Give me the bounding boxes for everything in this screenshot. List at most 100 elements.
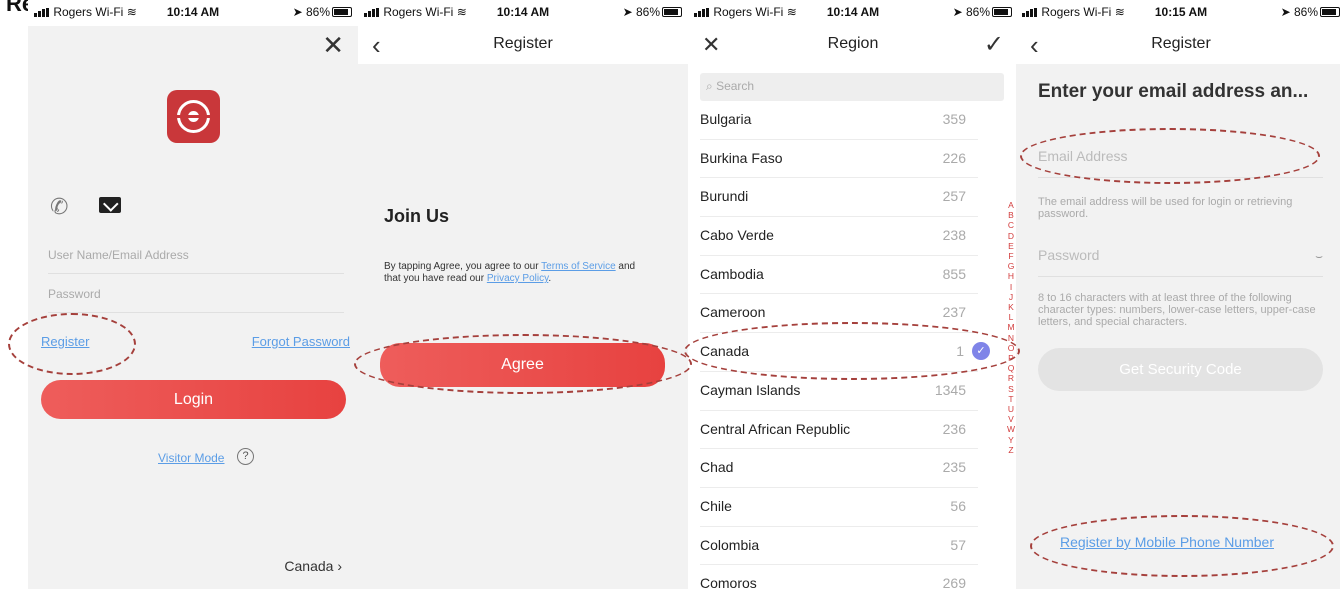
mail-icon[interactable]	[99, 197, 121, 213]
agree-button[interactable]: Agree	[380, 343, 665, 387]
country-name: Comoros	[700, 575, 757, 589]
page-title: Region	[827, 35, 879, 52]
alphabet-letter[interactable]: W	[1006, 424, 1016, 434]
password-hint: 8 to 16 characters with at least three o…	[1038, 292, 1316, 328]
country-name: Cambodia	[700, 265, 764, 282]
get-security-code-button[interactable]: Get Security Code	[1038, 348, 1323, 391]
status-bar: Rogers Wi-Fi ≋ 10:15 AM ➤ 86%	[1016, 0, 1340, 26]
country-name: Cayman Islands	[700, 381, 801, 398]
status-bar: Rogers Wi-Fi ≋ 10:14 AM ➤ 86%	[688, 0, 1018, 26]
country-row[interactable]: Cayman Islands 1345	[700, 372, 978, 411]
alphabet-letter[interactable]: K	[1006, 302, 1016, 312]
phone-icon[interactable]: ✆	[50, 194, 68, 220]
visitor-mode-link[interactable]: Visitor Mode	[158, 451, 224, 465]
alphabet-letter[interactable]: M	[1006, 322, 1016, 332]
register-link[interactable]: Register	[41, 334, 89, 349]
country-code: 359	[942, 111, 966, 127]
country-code: 257	[942, 188, 966, 205]
country-name: Chad	[700, 459, 734, 476]
alphabet-letter[interactable]: T	[1006, 394, 1016, 404]
checkmark-icon[interactable]: ✓	[984, 30, 1004, 59]
country-code: 1	[956, 343, 964, 360]
terms-text: By tapping Agree, you agree to our Terms…	[384, 261, 636, 284]
email-hint: The email address will be used for login…	[1038, 196, 1293, 220]
search-icon: ⌕	[706, 79, 713, 93]
country-row[interactable]: Comoros 269	[700, 565, 978, 589]
username-field[interactable]: User Name/Email Address	[48, 244, 344, 274]
alphabet-letter[interactable]: C	[1006, 220, 1016, 230]
status-bar: Rogers Wi-Fi ≋ 10:14 AM ➤ 86%	[358, 0, 688, 26]
alphabet-letter[interactable]: P	[1006, 353, 1016, 363]
alphabet-index[interactable]: ABCDEFGHIJKLMNOPQRSTUVWYZ	[1006, 200, 1016, 455]
country-name: Cameroon	[700, 304, 766, 321]
alphabet-letter[interactable]: H	[1006, 271, 1016, 281]
search-input[interactable]: ⌕ Search	[700, 73, 1004, 101]
alphabet-letter[interactable]: Z	[1006, 445, 1016, 455]
region-selector[interactable]: Canada ›	[284, 558, 342, 574]
country-code: 56	[950, 497, 966, 514]
country-row[interactable]: Cameroon 237	[700, 294, 978, 334]
email-field[interactable]: Email Address	[1038, 148, 1323, 178]
alphabet-letter[interactable]: U	[1006, 404, 1016, 414]
nav-bar: ‹ Register	[358, 26, 688, 64]
alphabet-letter[interactable]: B	[1006, 210, 1016, 220]
help-icon[interactable]: ?	[237, 448, 254, 465]
country-name: Central African Republic	[700, 420, 851, 437]
status-bar: Rogers Wi-Fi ≋ 10:14 AM ➤ 86%	[28, 0, 358, 26]
country-code: 235	[942, 459, 966, 476]
alphabet-letter[interactable]: L	[1006, 312, 1016, 322]
alphabet-letter[interactable]: I	[1006, 282, 1016, 292]
alphabet-letter[interactable]: G	[1006, 261, 1016, 271]
country-code: 237	[942, 304, 966, 321]
email-heading: Enter your email address an...	[1038, 81, 1309, 102]
terms-of-service-link[interactable]: Terms of Service	[541, 261, 615, 272]
country-row[interactable]: Bulgaria 359	[700, 101, 978, 140]
close-icon[interactable]: ✕	[322, 30, 344, 61]
country-row[interactable]: Central African Republic 236	[700, 411, 978, 450]
privacy-policy-link[interactable]: Privacy Policy	[487, 273, 549, 284]
location-icon: ➤	[952, 5, 963, 19]
country-row[interactable]: Burundi 257	[700, 178, 978, 218]
location-icon: ➤	[1280, 5, 1291, 19]
country-row[interactable]: Colombia 57	[700, 527, 978, 566]
alphabet-letter[interactable]: N	[1006, 333, 1016, 343]
battery-icon	[332, 7, 352, 17]
alphabet-letter[interactable]: R	[1006, 373, 1016, 383]
country-row[interactable]: Cambodia 855	[700, 256, 978, 295]
alphabet-letter[interactable]: O	[1006, 343, 1016, 353]
alphabet-letter[interactable]: F	[1006, 251, 1016, 261]
chevron-right-icon: ›	[337, 558, 342, 574]
alphabet-letter[interactable]: Y	[1006, 435, 1016, 445]
login-screen: Rogers Wi-Fi ≋ 10:14 AM ➤ 86% ✕ ✆ User N…	[28, 0, 358, 589]
login-button[interactable]: Login	[41, 380, 346, 419]
country-name: Burkina Faso	[700, 149, 783, 166]
battery-icon	[662, 7, 682, 17]
eye-closed-icon[interactable]: ⌣	[1315, 249, 1323, 264]
password-field[interactable]: Password	[48, 283, 344, 313]
alphabet-letter[interactable]: V	[1006, 414, 1016, 424]
alphabet-letter[interactable]: E	[1006, 241, 1016, 251]
country-name: Cabo Verde	[700, 227, 774, 244]
alphabet-letter[interactable]: Q	[1006, 363, 1016, 373]
country-name: Colombia	[700, 536, 760, 553]
alphabet-letter[interactable]: J	[1006, 292, 1016, 302]
country-name: Burundi	[700, 188, 749, 205]
battery-icon	[992, 7, 1012, 17]
country-name: Bulgaria	[700, 111, 752, 127]
alphabet-letter[interactable]: D	[1006, 231, 1016, 241]
forgot-password-link[interactable]: Forgot Password	[252, 334, 350, 349]
country-name: Canada	[700, 343, 750, 360]
country-row[interactable]: Burkina Faso 226	[700, 140, 978, 179]
join-heading: Join Us	[384, 206, 450, 226]
alphabet-letter[interactable]: S	[1006, 384, 1016, 394]
country-row[interactable]: Chile 56	[700, 488, 978, 527]
register-by-phone-link[interactable]: Register by Mobile Phone Number	[1060, 534, 1274, 550]
country-code: 238	[942, 227, 966, 244]
country-row[interactable]: Chad 235	[700, 449, 978, 488]
country-row[interactable]: Cabo Verde 238	[700, 217, 978, 256]
password-field[interactable]: Password ⌣	[1038, 247, 1323, 277]
alphabet-letter[interactable]: A	[1006, 200, 1016, 210]
join-screen: Rogers Wi-Fi ≋ 10:14 AM ➤ 86% ‹ Register…	[358, 0, 688, 589]
country-row[interactable]: Canada 1 ✓	[700, 333, 990, 372]
country-list: Bulgaria 359 Burkina Faso 226 Burundi 257 Cabo…	[688, 101, 1018, 589]
